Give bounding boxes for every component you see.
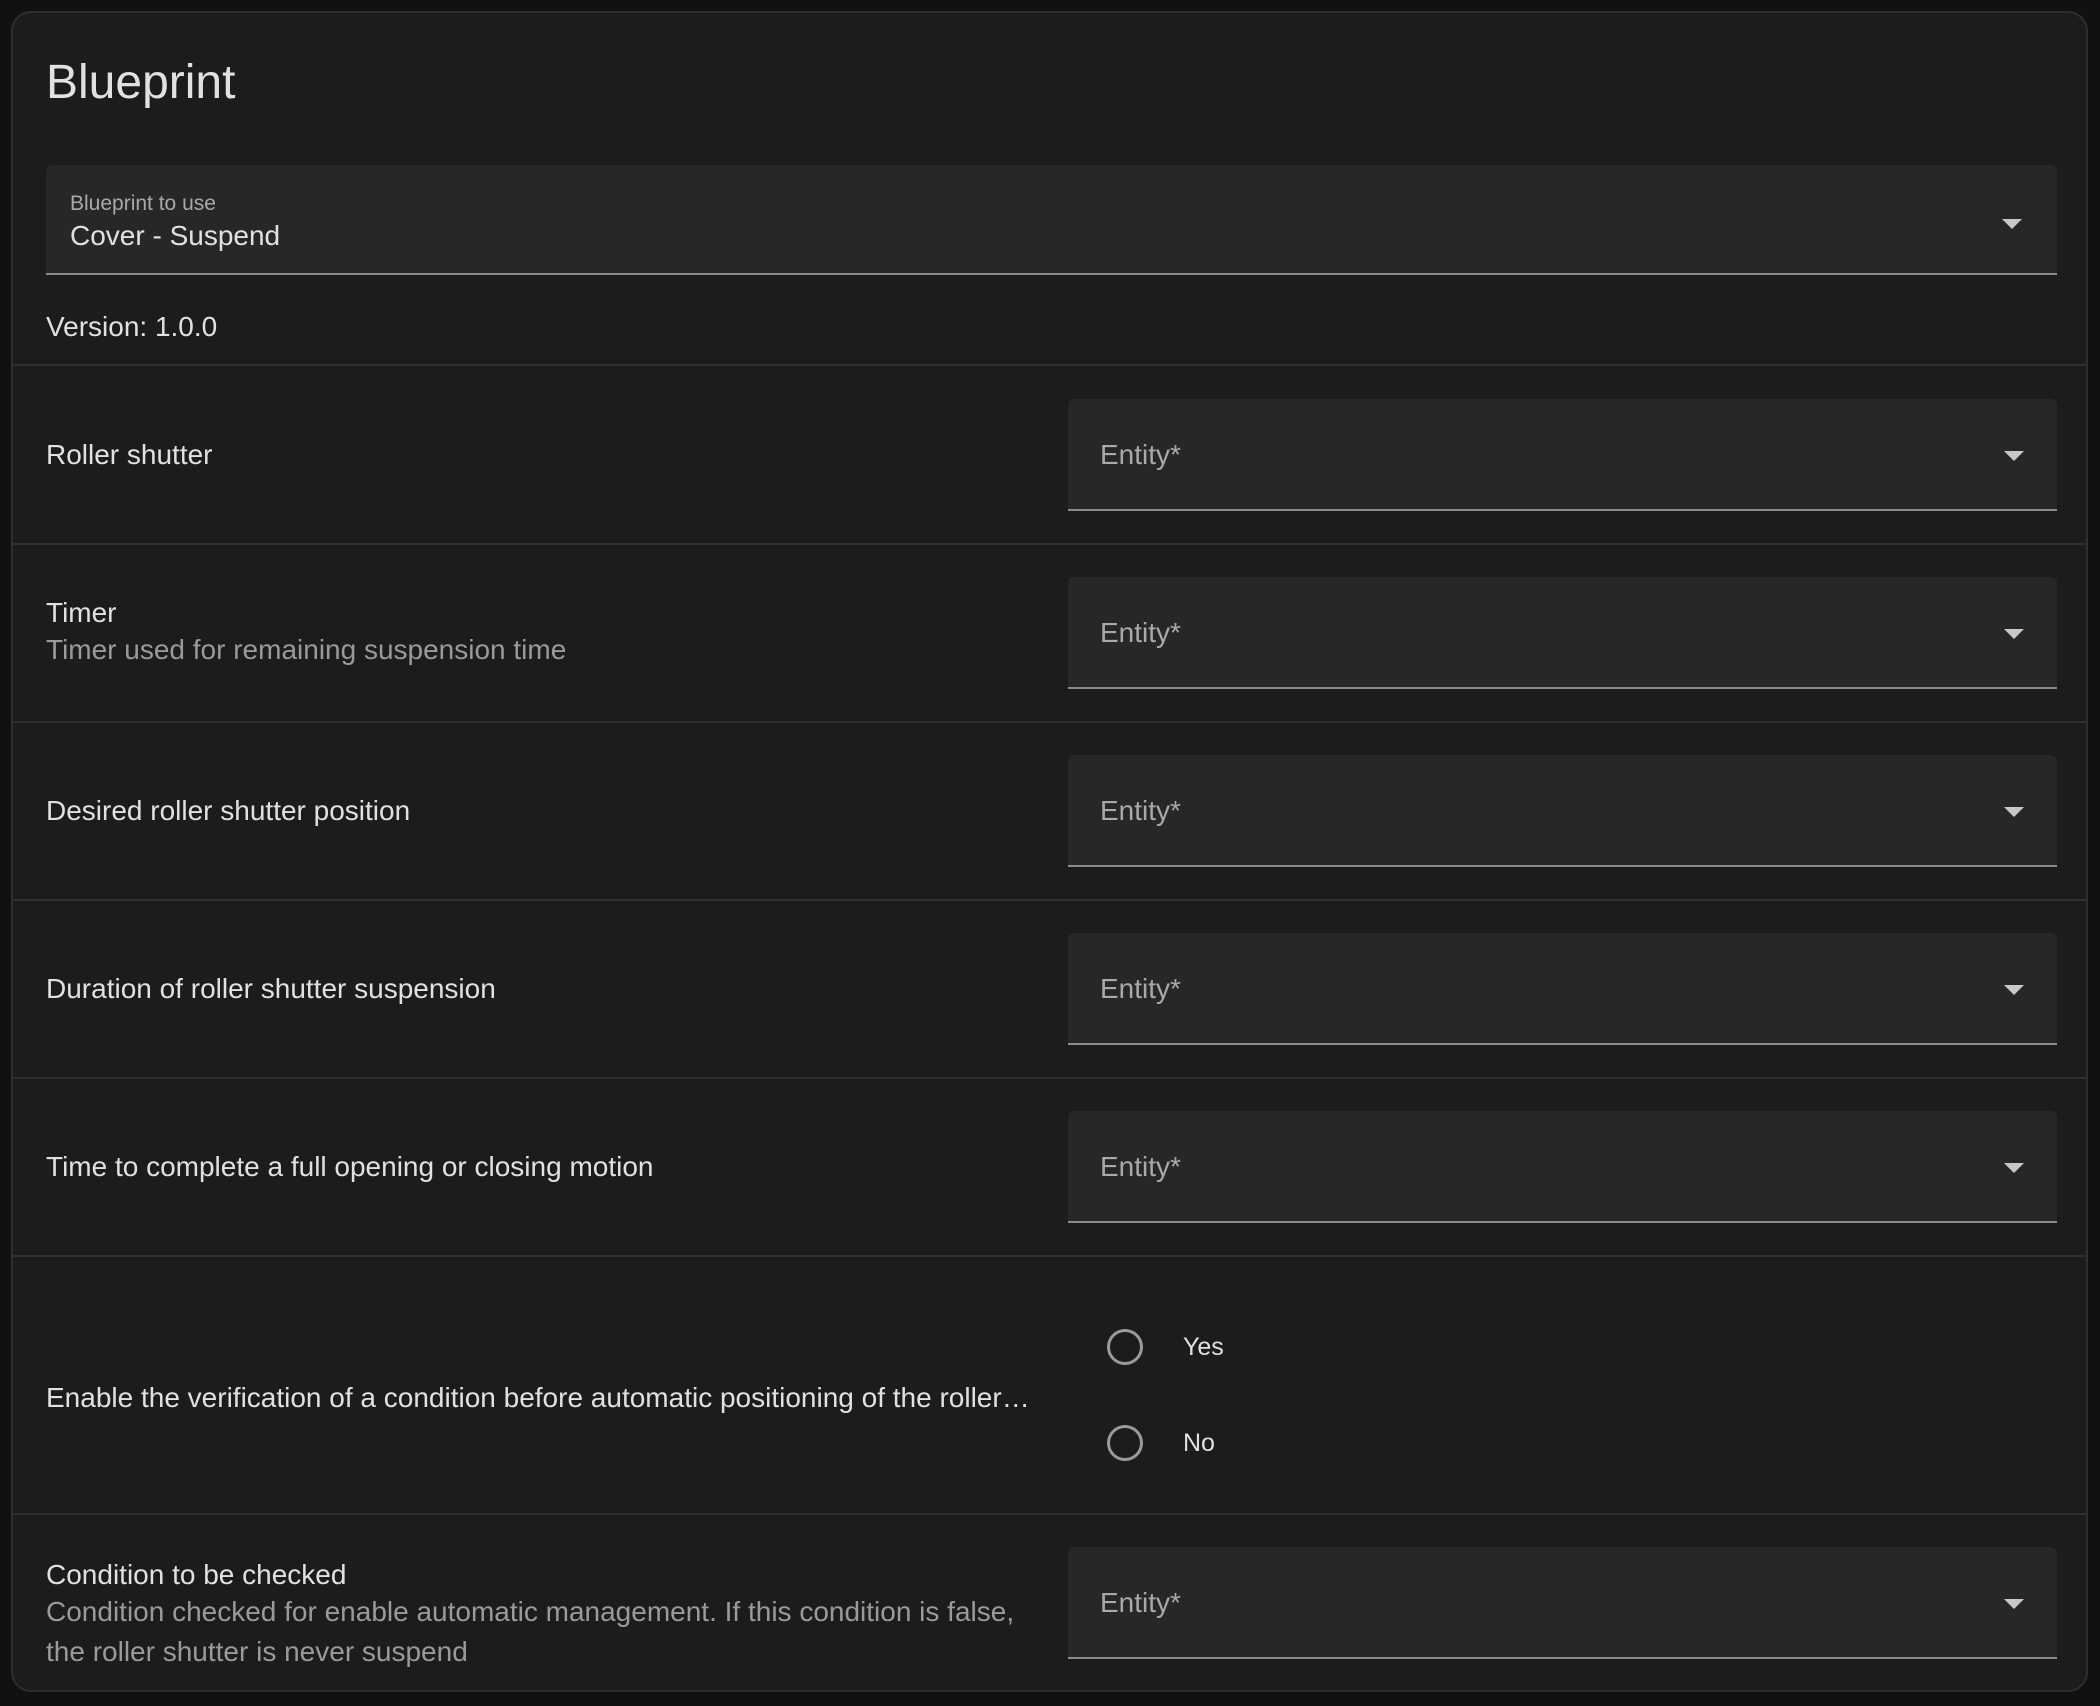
radio-circle-icon	[1107, 1425, 1143, 1461]
divider	[13, 1255, 2086, 1257]
dropdown-arrow-icon	[2002, 219, 2022, 229]
blueprint-card: Blueprint Blueprint to use Cover - Suspe…	[11, 11, 2088, 1692]
radio-label-no: No	[1183, 1429, 1215, 1457]
entity-placeholder: Entity*	[1100, 439, 1181, 470]
roller-shutter-label: Roller shutter	[46, 439, 213, 470]
dropdown-arrow-icon	[2004, 451, 2024, 461]
version-text: Version: 1.0.0	[46, 311, 218, 342]
radio-label-yes: Yes	[1183, 1333, 1224, 1361]
blueprint-select-value: Cover - Suspend	[70, 220, 281, 251]
blueprint-select-label: Blueprint to use	[70, 192, 216, 215]
divider	[13, 899, 2086, 901]
motion-time-entity-picker[interactable]: Entity*	[1068, 1111, 2057, 1223]
entity-placeholder: Entity*	[1100, 973, 1181, 1004]
motion-time-label: Time to complete a full opening or closi…	[46, 1151, 654, 1182]
entity-placeholder: Entity*	[1100, 1151, 1181, 1182]
divider	[13, 543, 2086, 545]
dropdown-arrow-icon	[2004, 629, 2024, 639]
dropdown-arrow-icon	[2004, 1163, 2024, 1173]
condition-toggle-label: Enable the verification of a condition b…	[46, 1382, 1030, 1413]
dropdown-arrow-icon	[2004, 1599, 2024, 1609]
desired-position-entity-picker[interactable]: Entity*	[1068, 755, 2057, 867]
condition-description: Condition checked for enable automatic m…	[46, 1596, 1015, 1667]
card-title: Blueprint	[46, 56, 236, 109]
divider	[13, 364, 2086, 366]
suspension-duration-entity-picker[interactable]: Entity*	[1068, 933, 2057, 1045]
timer-label: Timer	[46, 597, 117, 628]
dropdown-arrow-icon	[2004, 985, 2024, 995]
roller-shutter-entity-picker[interactable]: Entity*	[1068, 399, 2057, 511]
desired-position-label: Desired roller shutter position	[46, 795, 411, 826]
divider	[13, 721, 2086, 723]
condition-label: Condition to be checked	[46, 1559, 347, 1590]
timer-entity-picker[interactable]: Entity*	[1068, 577, 2057, 689]
entity-placeholder: Entity*	[1100, 795, 1181, 826]
dropdown-arrow-icon	[2004, 807, 2024, 817]
condition-entity-picker[interactable]: Entity*	[1068, 1547, 2057, 1659]
timer-description: Timer used for remaining suspension time	[46, 634, 567, 665]
entity-placeholder: Entity*	[1100, 1587, 1181, 1618]
blueprint-select[interactable]: Blueprint to use Cover - Suspend	[46, 165, 2057, 275]
radio-circle-icon	[1107, 1329, 1143, 1365]
divider	[13, 1513, 2086, 1515]
suspension-duration-label: Duration of roller shutter suspension	[46, 973, 496, 1004]
divider	[13, 1077, 2086, 1079]
entity-placeholder: Entity*	[1100, 617, 1181, 648]
